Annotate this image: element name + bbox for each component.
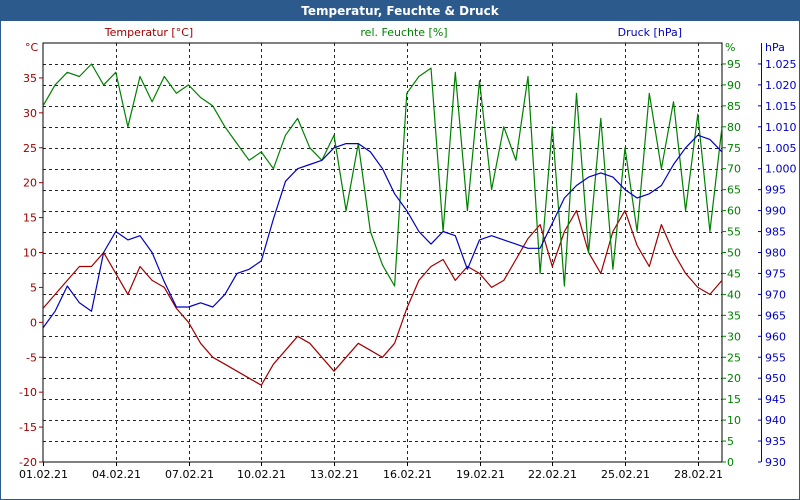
temperature-tick-label: -5 <box>26 351 37 364</box>
pressure-tick-label: 970 <box>765 288 786 301</box>
temperature-tick-label: 20 <box>23 177 37 190</box>
series-line-temperature <box>42 210 723 386</box>
temperature-axis-title: Temperatur [°C] <box>104 26 193 39</box>
pressure-tick-label: 980 <box>765 247 786 260</box>
chart-window: Temperatur, Feuchte & Druck 01.02.21 04.0… <box>0 0 800 500</box>
chart-title: Temperatur, Feuchte & Druck <box>1 1 799 21</box>
humidity-tick-label: 35 <box>727 309 741 322</box>
pressure-tick-label: 995 <box>765 184 786 197</box>
x-tick-label: 01.02.21 <box>19 468 68 481</box>
x-tick-label: 04.02.21 <box>92 468 141 481</box>
humidity-unit-label: % <box>725 41 735 54</box>
humidity-tick-label: 0 <box>727 456 734 469</box>
humidity-tick-label: 60 <box>727 205 741 218</box>
humidity-tick-label: 55 <box>727 226 741 239</box>
temperature-tick-label: -20 <box>19 456 37 469</box>
x-tick-label: 10.02.21 <box>237 468 286 481</box>
x-tick-label: 25.02.21 <box>601 468 650 481</box>
pressure-tick-label: 1.020 <box>765 79 797 92</box>
pressure-tick-label: 990 <box>765 205 786 218</box>
pressure-tick-label: 1.025 <box>765 58 797 71</box>
temperature-tick-label: 15 <box>23 212 37 225</box>
x-tick-label: 16.02.21 <box>383 468 432 481</box>
temperature-tick-label: -10 <box>19 386 37 399</box>
temperature-tick-label: 35 <box>23 72 37 85</box>
pressure-tick-label: 935 <box>765 435 786 448</box>
pressure-tick-label: 1.015 <box>765 100 797 113</box>
pressure-tick-label: 965 <box>765 309 786 322</box>
temperature-tick-label: -15 <box>19 421 37 434</box>
humidity-tick-label: 20 <box>727 372 741 385</box>
temperature-tick-label: 10 <box>23 247 37 260</box>
series-line-humidity <box>42 63 723 287</box>
x-tick-label: 07.02.21 <box>165 468 214 481</box>
chart-plot: 01.02.21 04.02.21 07.02.21 10.02.21 13.02.21… <box>19 26 797 481</box>
x-tick-label: 28.02.21 <box>674 468 723 481</box>
pressure-tick-label: 1.010 <box>765 121 797 134</box>
pressure-tick-label: 930 <box>765 456 786 469</box>
x-tick-label: 22.02.21 <box>528 468 577 481</box>
humidity-tick-label: 70 <box>727 163 741 176</box>
pressure-tick-label: 985 <box>765 226 786 239</box>
temperature-tick-label: 30 <box>23 107 37 120</box>
pressure-tick-label: 945 <box>765 393 786 406</box>
pressure-tick-label: 940 <box>765 414 786 427</box>
humidity-tick-label: 10 <box>727 414 741 427</box>
x-tick-label: 19.02.21 <box>456 468 505 481</box>
pressure-axis-title: Druck [hPa] <box>618 26 682 39</box>
humidity-tick-label: 30 <box>727 330 741 343</box>
pressure-tick-label: 955 <box>765 351 786 364</box>
pressure-tick-label: 1.000 <box>765 163 797 176</box>
humidity-tick-label: 65 <box>727 184 741 197</box>
temperature-tick-label: 25 <box>23 142 37 155</box>
humidity-axis-title: rel. Feuchte [%] <box>360 26 447 39</box>
pressure-tick-label: 960 <box>765 330 786 343</box>
humidity-tick-label: 85 <box>727 100 741 113</box>
humidity-tick-label: 15 <box>727 393 741 406</box>
humidity-tick-label: 25 <box>727 351 741 364</box>
humidity-tick-label: 5 <box>727 435 734 448</box>
humidity-tick-label: 80 <box>727 121 741 134</box>
temperature-tick-label: 5 <box>30 281 37 294</box>
humidity-tick-label: 75 <box>727 142 741 155</box>
humidity-tick-label: 50 <box>727 247 741 260</box>
pressure-tick-label: 975 <box>765 267 786 280</box>
temperature-unit-label: °C <box>25 41 39 54</box>
pressure-unit-label: hPa <box>765 41 785 54</box>
humidity-tick-label: 90 <box>727 79 741 92</box>
temperature-tick-label: 0 <box>30 316 37 329</box>
pressure-tick-label: 1.005 <box>765 142 797 155</box>
humidity-tick-label: 40 <box>727 288 741 301</box>
humidity-tick-label: 45 <box>727 267 741 280</box>
humidity-tick-label: 95 <box>727 58 741 71</box>
x-tick-label: 13.02.21 <box>310 468 359 481</box>
series-line-pressure <box>42 134 723 329</box>
pressure-tick-label: 950 <box>765 372 786 385</box>
